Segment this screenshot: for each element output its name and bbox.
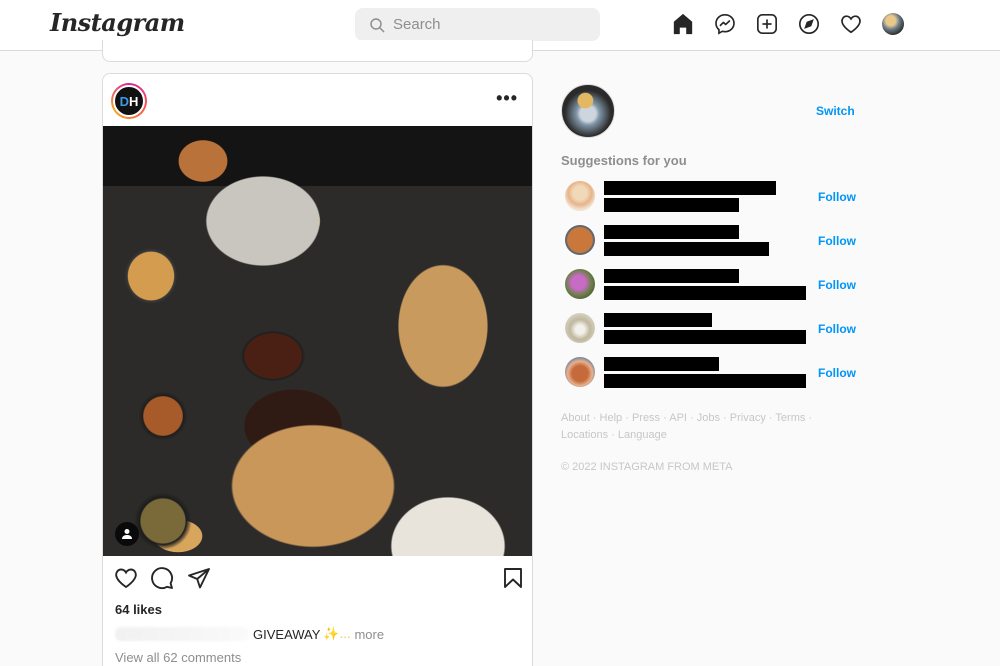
nav-icons bbox=[671, 12, 905, 36]
instagram-logo[interactable]: Instagram bbox=[50, 8, 185, 37]
suggestions-list: Follow Follow Follow Follow Follow bbox=[561, 181, 861, 401]
caption-more-link[interactable]: more bbox=[354, 627, 384, 642]
post-image[interactable] bbox=[103, 126, 532, 556]
footer-link-language[interactable]: Language bbox=[618, 429, 667, 441]
caption-author-redacted bbox=[115, 627, 249, 641]
view-all-comments-link[interactable]: View all 62 comments bbox=[115, 650, 241, 665]
follow-button[interactable]: Follow bbox=[818, 366, 856, 380]
profile-avatar bbox=[882, 13, 904, 35]
footer-link-privacy[interactable]: Privacy bbox=[730, 412, 766, 424]
comment-icon bbox=[151, 567, 173, 590]
redacted-username bbox=[604, 269, 739, 283]
redacted-subtitle bbox=[604, 330, 806, 344]
initial-h: H bbox=[129, 93, 139, 109]
switch-account-button[interactable]: Switch bbox=[816, 104, 855, 118]
more-options-button[interactable]: ••• bbox=[496, 89, 518, 107]
suggestion-avatar[interactable] bbox=[565, 269, 595, 299]
suggestion-avatar[interactable] bbox=[565, 181, 595, 211]
feed-post: DH ••• 64 likes GIVEAWAY ✨... more View … bbox=[102, 73, 533, 666]
search-icon bbox=[370, 17, 385, 32]
like-button[interactable] bbox=[114, 566, 138, 590]
footer-link-help[interactable]: Help bbox=[600, 412, 623, 424]
suggestion-item: Follow bbox=[561, 269, 861, 313]
new-post-button[interactable] bbox=[755, 12, 779, 36]
follow-button[interactable]: Follow bbox=[818, 322, 856, 336]
heart-icon bbox=[115, 568, 137, 589]
bookmark-icon bbox=[504, 568, 522, 588]
copyright: © 2022 INSTAGRAM FROM META bbox=[561, 461, 733, 473]
previous-post-card bbox=[102, 40, 533, 62]
explore-icon bbox=[799, 14, 819, 34]
suggestion-avatar[interactable] bbox=[565, 357, 595, 387]
right-sidebar: Switch Suggestions for you Follow Follow… bbox=[561, 84, 861, 473]
initial-d: D bbox=[119, 93, 129, 109]
redacted-subtitle bbox=[604, 286, 806, 300]
send-icon bbox=[188, 568, 210, 589]
follow-button[interactable]: Follow bbox=[818, 278, 856, 292]
activity-heart-icon bbox=[841, 15, 861, 34]
redacted-subtitle bbox=[604, 242, 769, 256]
footer-link-press[interactable]: Press bbox=[632, 412, 660, 424]
caption-emoji: ✨... bbox=[323, 626, 351, 641]
redacted-subtitle bbox=[604, 374, 806, 388]
suggestion-item: Follow bbox=[561, 181, 861, 225]
redacted-subtitle bbox=[604, 198, 739, 212]
comment-button[interactable] bbox=[150, 566, 174, 590]
suggestion-avatar[interactable] bbox=[565, 225, 595, 255]
new-post-icon bbox=[757, 14, 777, 34]
current-user-avatar[interactable] bbox=[561, 84, 615, 138]
messenger-icon bbox=[715, 14, 735, 35]
save-button[interactable] bbox=[501, 566, 525, 590]
redacted-username bbox=[604, 357, 719, 371]
footer-link-jobs[interactable]: Jobs bbox=[697, 412, 720, 424]
home-icon bbox=[673, 13, 693, 35]
caption-text: GIVEAWAY bbox=[253, 626, 321, 642]
messenger-button[interactable] bbox=[713, 12, 737, 36]
footer-links: About · Help · Press · API · Jobs · Priv… bbox=[561, 412, 813, 441]
follow-button[interactable]: Follow bbox=[818, 190, 856, 204]
likes-count[interactable]: 64 likes bbox=[115, 602, 162, 617]
post-caption: GIVEAWAY ✨... more bbox=[115, 626, 384, 642]
home-button[interactable] bbox=[671, 12, 695, 36]
footer-link-about[interactable]: About bbox=[561, 412, 590, 424]
search-box[interactable] bbox=[355, 8, 600, 41]
post-header: DH ••• bbox=[103, 74, 532, 127]
activity-button[interactable] bbox=[839, 12, 863, 36]
follow-button[interactable]: Follow bbox=[818, 234, 856, 248]
explore-button[interactable] bbox=[797, 12, 821, 36]
suggestion-item: Follow bbox=[561, 225, 861, 269]
search-input[interactable] bbox=[393, 16, 583, 33]
footer-link-api[interactable]: API bbox=[669, 412, 687, 424]
redacted-username bbox=[604, 225, 739, 239]
author-initials: DH bbox=[113, 85, 145, 117]
user-tag-icon bbox=[122, 529, 132, 539]
suggestions-heading: Suggestions for you bbox=[561, 153, 687, 168]
suggestion-item: Follow bbox=[561, 357, 861, 401]
footer-link-locations[interactable]: Locations bbox=[561, 429, 608, 441]
redacted-username bbox=[604, 181, 776, 195]
post-author-avatar[interactable]: DH bbox=[111, 83, 147, 119]
post-actions bbox=[103, 556, 532, 600]
suggestion-item: Follow bbox=[561, 313, 861, 357]
suggestion-avatar[interactable] bbox=[565, 313, 595, 343]
share-button[interactable] bbox=[187, 566, 211, 590]
profile-button[interactable] bbox=[881, 12, 905, 36]
redacted-username bbox=[604, 313, 712, 327]
tagged-users-button[interactable] bbox=[115, 522, 139, 546]
footer-link-terms[interactable]: Terms bbox=[775, 412, 805, 424]
current-user-row: Switch bbox=[561, 84, 861, 140]
